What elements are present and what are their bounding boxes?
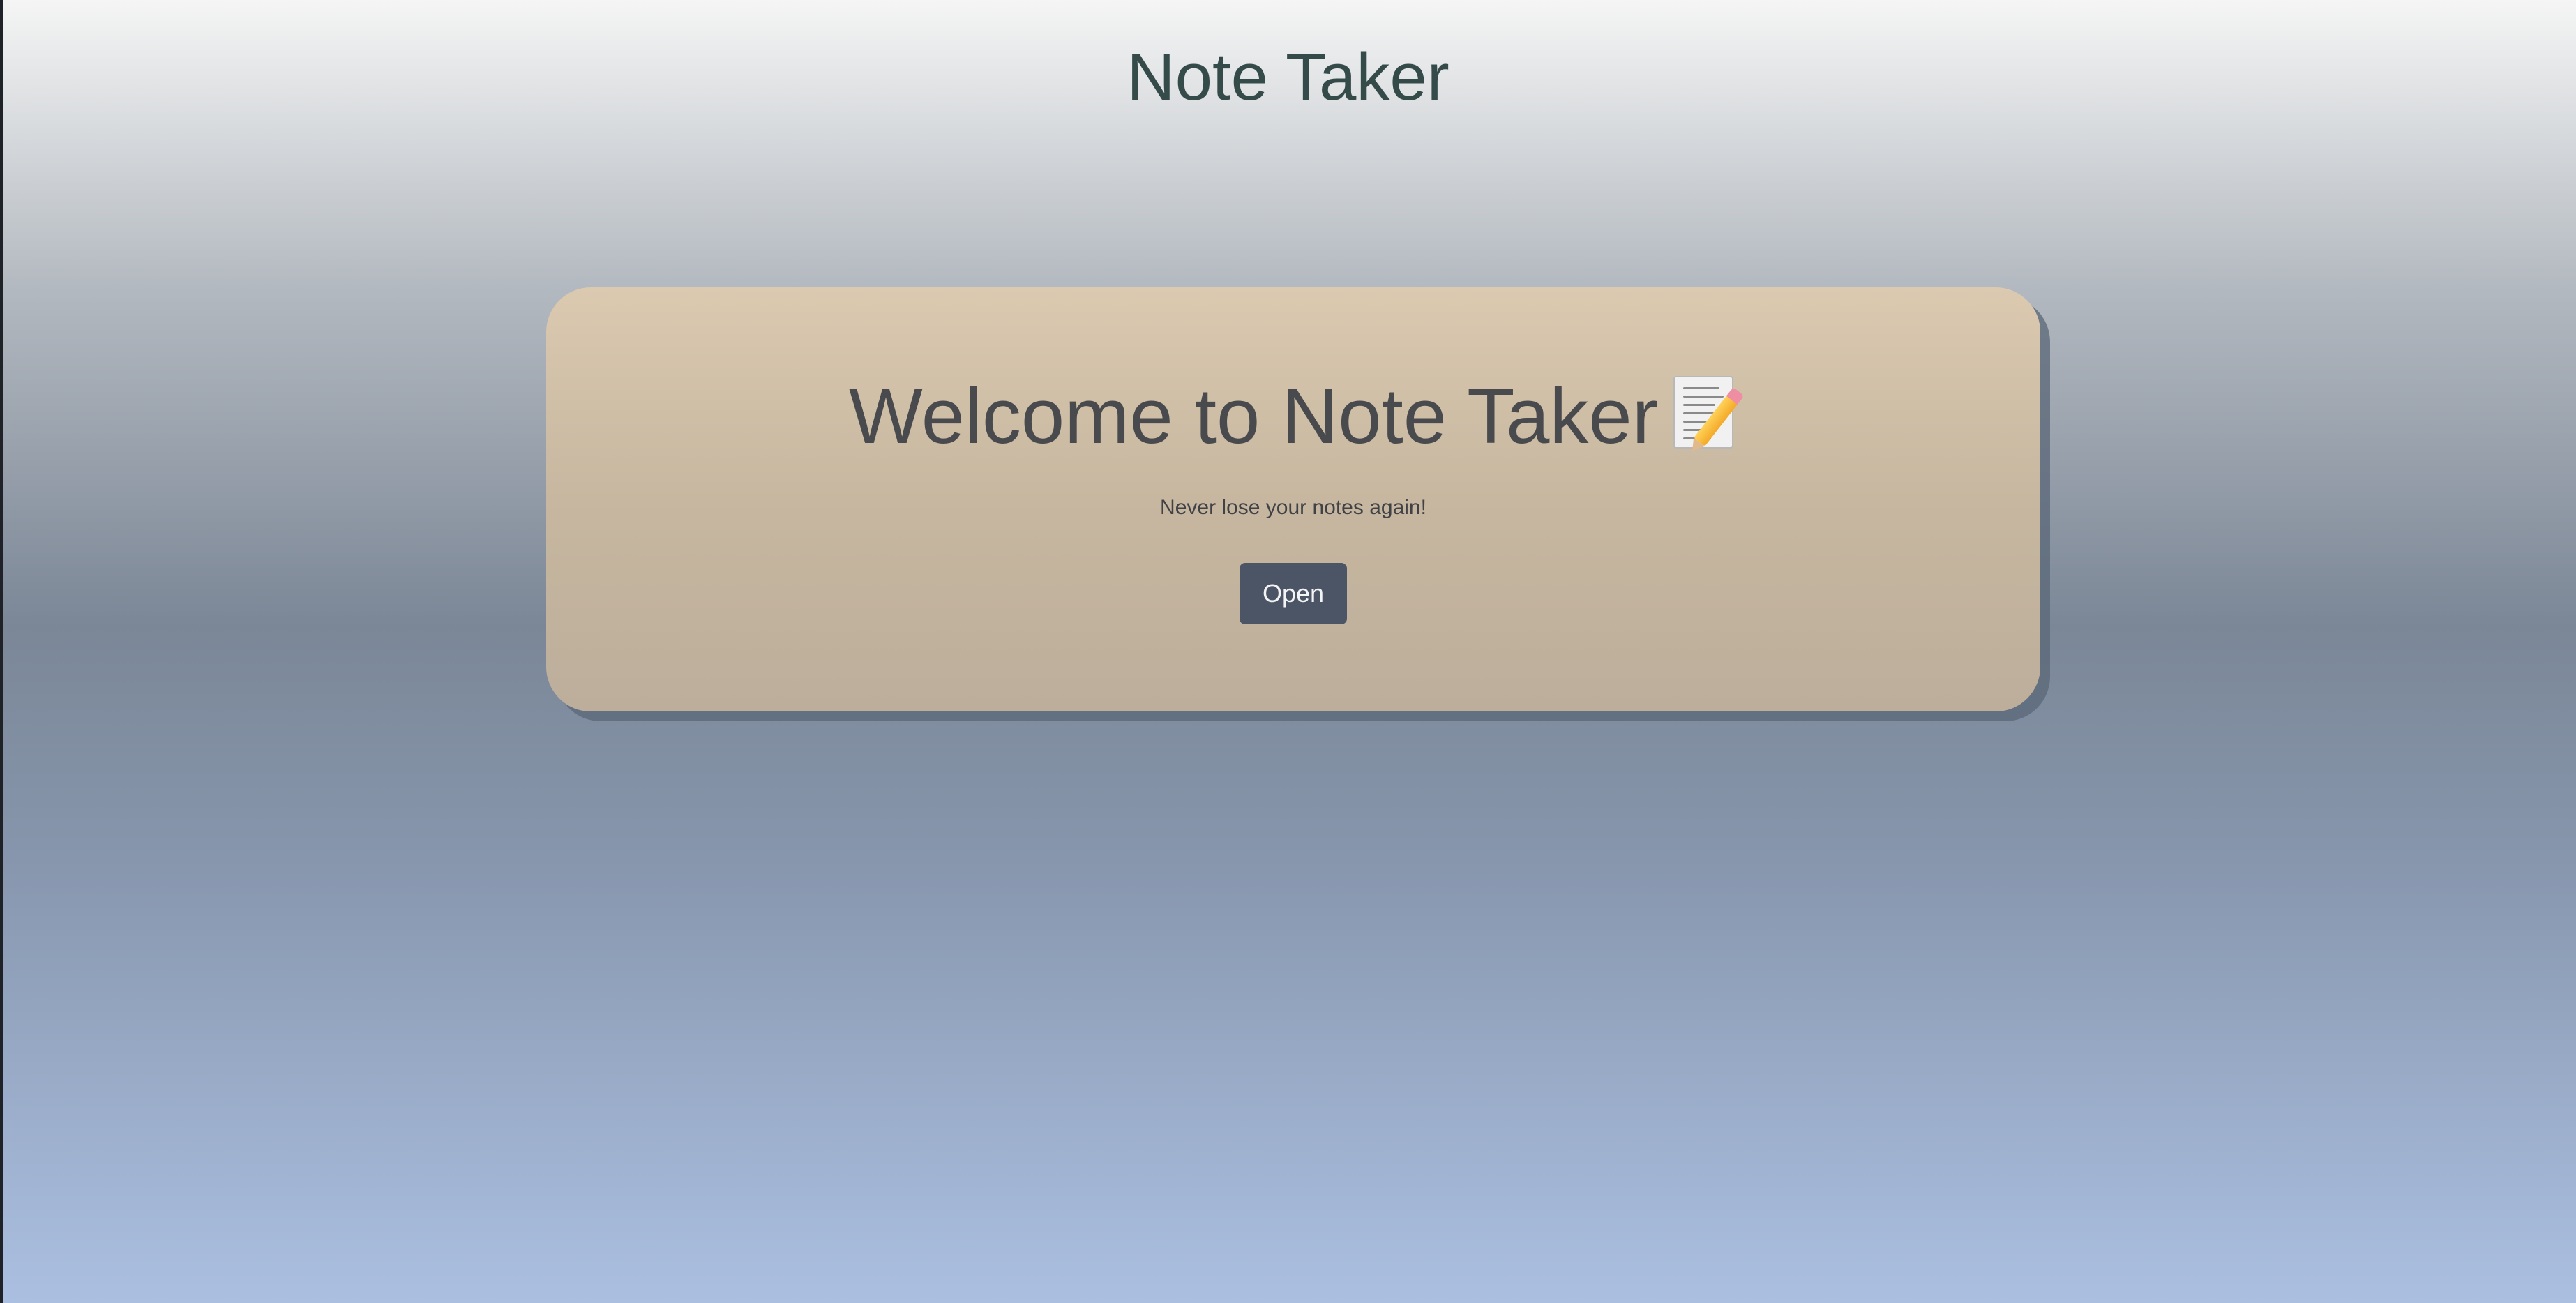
memo-line <box>1682 404 1715 406</box>
page-title: Note Taker <box>1127 40 1449 114</box>
memo-pencil-icon <box>1671 376 1738 449</box>
welcome-heading-text: Welcome to Note Taker <box>849 372 1658 460</box>
welcome-card: Welcome to Note Taker Never lose your no… <box>546 287 2040 711</box>
welcome-heading: Welcome to Note Taker <box>546 370 2040 463</box>
memo-line <box>1682 387 1719 389</box>
memo-line <box>1682 396 1724 398</box>
window-left-border <box>0 0 3 1303</box>
welcome-subtitle: Never lose your notes again! <box>1160 496 1426 519</box>
open-button[interactable]: Open <box>1240 563 1347 624</box>
